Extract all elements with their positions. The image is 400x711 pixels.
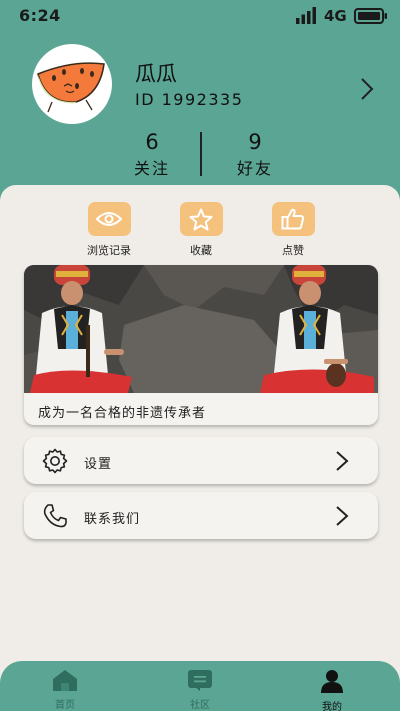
status-time: 6:24	[19, 6, 61, 25]
following-count: 6	[145, 130, 159, 154]
avatar[interactable]	[32, 44, 112, 124]
likes-label: 点赞	[282, 244, 304, 257]
chevron-right-icon	[335, 450, 349, 476]
banner-caption: 成为一名合格的非遗传承者	[38, 406, 207, 421]
stats-divider	[200, 132, 202, 176]
contact-us-row[interactable]: 联系我们	[24, 492, 378, 539]
performers-photo	[24, 265, 378, 393]
browse-history-button[interactable]: 浏览记录	[77, 202, 141, 258]
signal-icon	[296, 7, 318, 28]
likes-button[interactable]: 点赞	[261, 202, 325, 258]
user-id: ID 1992335	[135, 90, 244, 109]
settings-row[interactable]: 设置	[24, 437, 378, 484]
friends-label: 好友	[236, 159, 273, 178]
gear-icon	[42, 448, 68, 478]
tab-community-label: 社区	[190, 700, 210, 711]
friends-count: 9	[248, 130, 262, 154]
stat-friends[interactable]: 9 好友	[215, 130, 295, 179]
user-icon	[321, 670, 343, 693]
following-label: 关注	[133, 159, 170, 178]
favorites-button[interactable]: 收藏	[169, 202, 233, 258]
watermelon-avatar-icon	[37, 62, 105, 113]
home-icon	[53, 670, 77, 691]
battery-icon	[354, 8, 388, 28]
tab-mine-label: 我的	[322, 702, 342, 711]
tab-home-label: 首页	[55, 700, 75, 711]
tab-community[interactable]: 社区	[170, 669, 230, 711]
browse-history-label: 浏览记录	[87, 244, 131, 257]
eye-icon	[87, 202, 131, 236]
phone-icon	[42, 503, 68, 533]
favorites-label: 收藏	[190, 244, 212, 257]
chevron-right-icon	[335, 505, 349, 531]
thumbs-up-icon	[271, 202, 315, 236]
stat-following[interactable]: 6 关注	[112, 130, 192, 179]
settings-label: 设置	[84, 457, 113, 472]
bottom-tab-bar: 首页 社区 我的	[0, 661, 400, 711]
heritage-banner[interactable]: 成为一名合格的非遗传承者	[24, 265, 378, 425]
star-icon	[179, 202, 223, 236]
status-bar: 6:24 4G	[0, 0, 400, 32]
username: 瓜瓜	[135, 62, 177, 86]
community-icon	[188, 670, 212, 691]
network-label: 4G	[324, 7, 347, 25]
chevron-right-icon[interactable]	[360, 77, 374, 105]
tab-mine[interactable]: 我的	[302, 669, 362, 711]
contact-us-label: 联系我们	[84, 512, 141, 527]
tab-home[interactable]: 首页	[35, 669, 95, 711]
